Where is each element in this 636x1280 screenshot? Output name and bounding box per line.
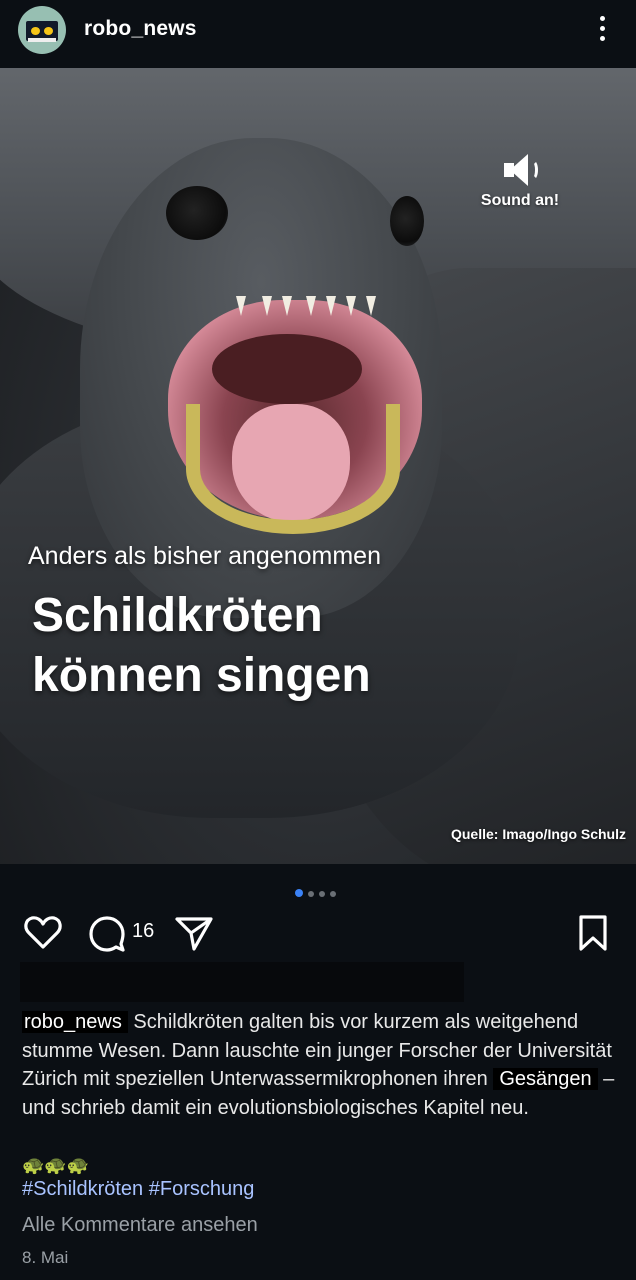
caption-emojis: 🐢🐢🐢 [22,1155,90,1175]
tooth [366,296,376,316]
redacted-bar [20,962,464,1002]
caption-username[interactable]: robo_news [22,1011,128,1033]
avatar[interactable] [18,6,66,54]
caption-hashtags[interactable]: #Schildkröten #Forschung [22,1178,254,1201]
turtle-eye-right [390,196,424,246]
sound-label: Sound an! [480,192,560,209]
image-kicker: Anders als bisher angenommen [28,542,381,570]
comment-count: 16 [132,920,155,942]
carousel-dot [308,891,314,897]
image-source: Quelle: Imago/Ingo Schulz [450,826,626,842]
post-header: robo_news [0,0,636,68]
post-date: 8. Mai [22,1248,69,1267]
action-bar: 16 [0,908,636,956]
tooth [346,296,356,316]
sound-toggle[interactable]: Sound an! [470,152,570,210]
post-image[interactable]: Sound an! Anders als bisher angenommen S… [0,68,636,864]
caption-highlight: Gesängen [493,1068,598,1090]
image-headline: Schildkröten können singen [32,586,371,706]
avatar-eyes [30,27,54,35]
username[interactable]: robo_news [84,17,197,41]
turtle-throat [212,334,362,404]
carousel-dot [319,891,325,897]
view-all-comments-link[interactable]: Alle Kommentare ansehen [22,1214,258,1237]
tooth [282,296,292,316]
bookmark-icon[interactable] [576,914,610,952]
headline-line-1: Schildkröten [32,589,323,642]
headline-line-2: können singen [32,649,371,702]
carousel-dot [330,891,336,897]
heart-icon[interactable] [24,914,62,950]
tooth [306,296,316,316]
turtle-eye-left [166,186,228,240]
tooth [326,296,336,316]
post-caption: robo_news Schildkröten galten bis vor ku… [22,1008,622,1122]
carousel-indicator [295,884,341,897]
tooth [236,296,246,316]
send-icon[interactable] [174,914,214,952]
more-vertical-icon[interactable] [592,14,612,44]
avatar-badge [28,38,56,42]
tooth [262,296,272,316]
carousel-dot-active [295,889,303,897]
comment-icon[interactable] [88,914,126,952]
turtle-jaw [186,404,400,534]
speaker-icon [500,152,540,188]
